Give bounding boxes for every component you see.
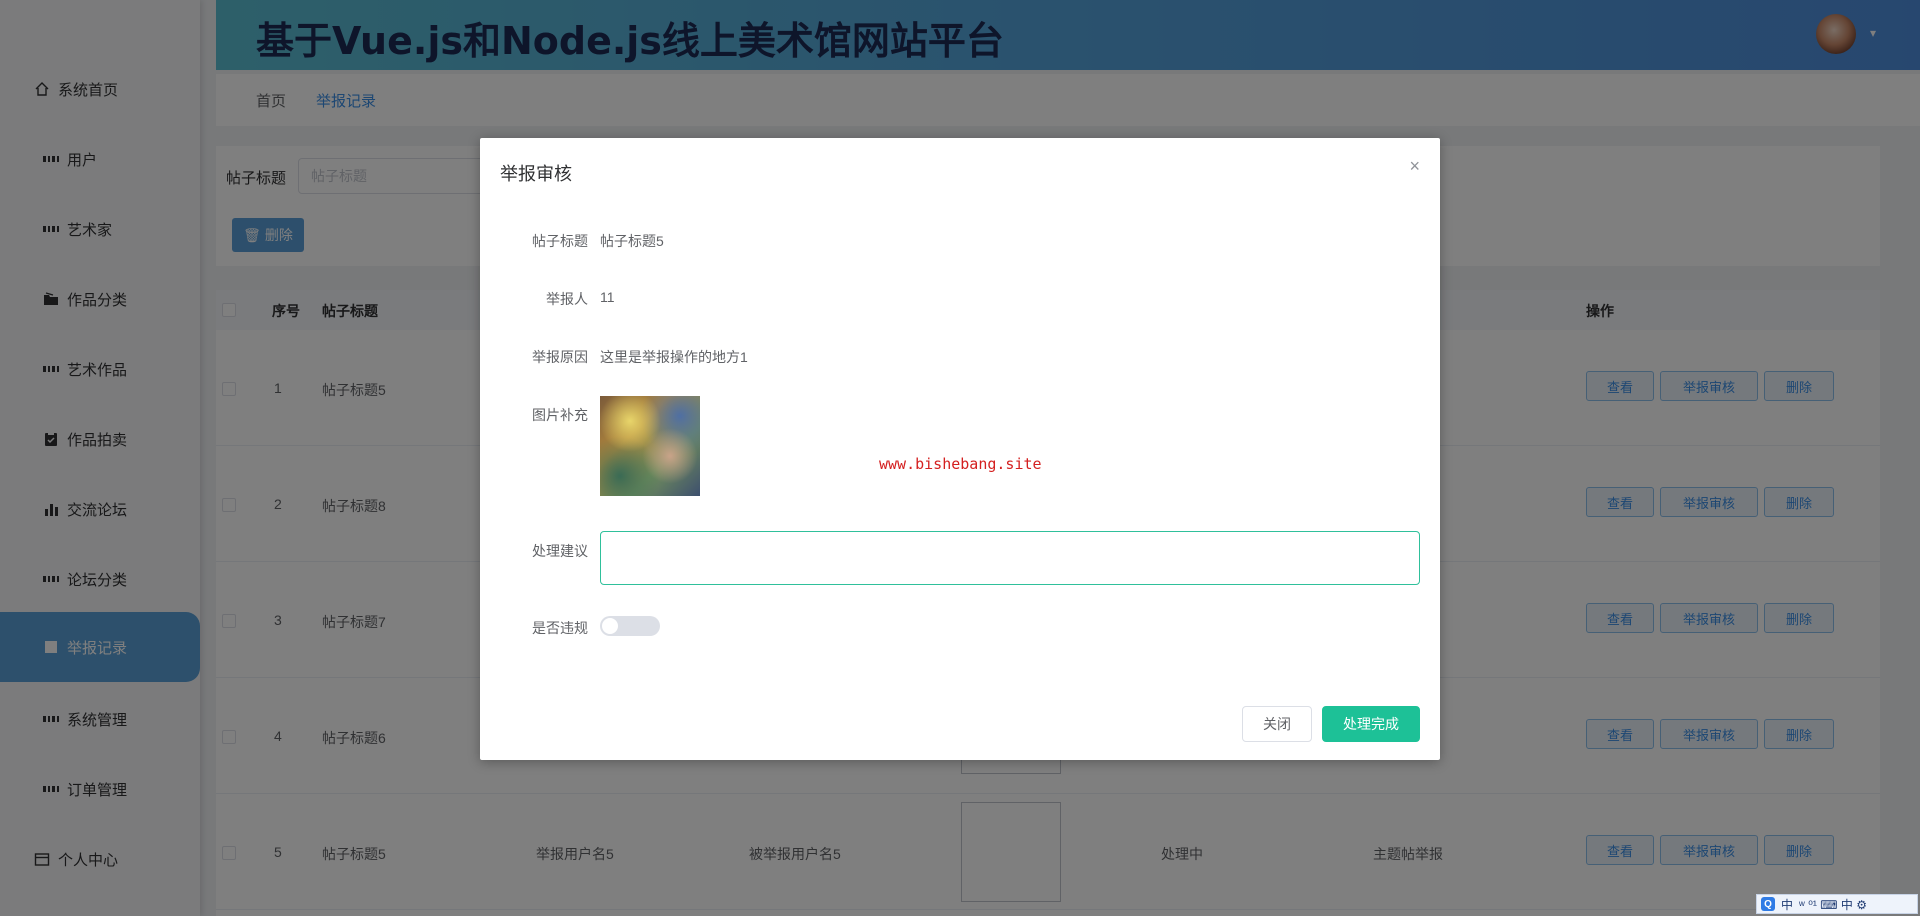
reporter-value: 11 — [600, 289, 615, 305]
violation-label: 是否违规 — [532, 620, 588, 636]
report-review-dialog: 举报审核 × 帖子标题 帖子标题5 举报人 11 举报原因 这里是举报操作的地方… — [480, 138, 1440, 760]
dialog-title: 举报审核 — [500, 164, 572, 184]
close-icon[interactable]: × — [1409, 156, 1420, 177]
reporter-label: 举报人 — [546, 291, 588, 307]
reason-label: 举报原因 — [532, 349, 588, 365]
switch-knob — [602, 618, 618, 634]
reason-value: 这里是举报操作的地方1 — [600, 349, 748, 365]
close-button[interactable]: 关闭 — [1242, 706, 1312, 742]
ime-tools[interactable]: ʷ ⁰¹ ⌨ 中 ⚙ — [1799, 896, 1867, 913]
report-image[interactable] — [600, 396, 700, 496]
ime-logo-icon: Q — [1761, 897, 1775, 911]
watermark-text: www.bishebang.site — [879, 455, 1042, 473]
post-title-value: 帖子标题5 — [600, 233, 664, 249]
suggestion-textarea[interactable] — [600, 531, 1420, 585]
violation-switch[interactable] — [600, 616, 660, 636]
ime-toolbar[interactable]: Q 中 ʷ ⁰¹ ⌨ 中 ⚙ — [1756, 894, 1918, 914]
post-title-label: 帖子标题 — [532, 233, 588, 249]
image-label: 图片补充 — [532, 407, 588, 423]
suggestion-label: 处理建议 — [532, 543, 588, 559]
complete-button[interactable]: 处理完成 — [1322, 706, 1420, 742]
ime-mode[interactable]: 中 — [1781, 896, 1793, 913]
